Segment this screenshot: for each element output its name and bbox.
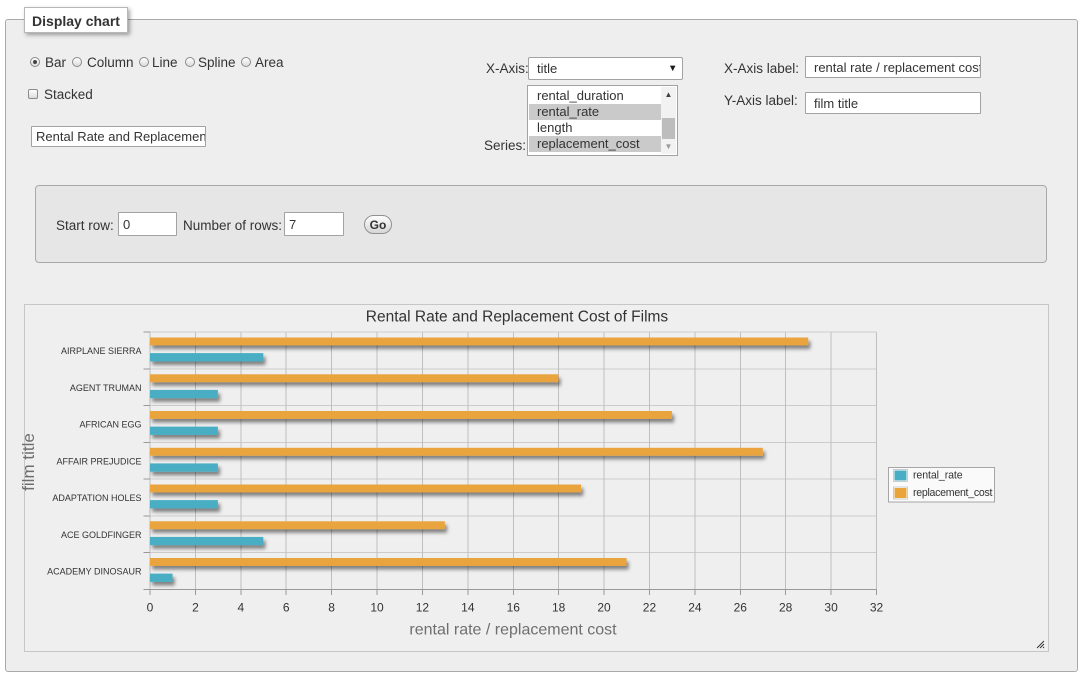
svg-text:28: 28 xyxy=(779,601,793,615)
svg-text:4: 4 xyxy=(237,601,244,615)
svg-text:ADAPTATION HOLES: ADAPTATION HOLES xyxy=(52,493,141,503)
svg-text:8: 8 xyxy=(328,601,335,615)
svg-text:film title: film title xyxy=(19,433,38,491)
svg-text:Rental Rate and Replacement Co: Rental Rate and Replacement Cost of Film… xyxy=(366,309,669,326)
svg-text:2: 2 xyxy=(192,601,199,615)
svg-text:30: 30 xyxy=(824,601,838,615)
svg-text:ACE GOLDFINGER: ACE GOLDFINGER xyxy=(61,530,142,540)
svg-text:20: 20 xyxy=(597,601,611,615)
svg-text:ACADEMY DINOSAUR: ACADEMY DINOSAUR xyxy=(47,567,142,577)
svg-text:22: 22 xyxy=(643,601,657,615)
svg-text:12: 12 xyxy=(416,601,430,615)
svg-text:replacement_cost: replacement_cost xyxy=(913,487,992,499)
svg-text:26: 26 xyxy=(734,601,748,615)
svg-text:rental rate / replacement cost: rental rate / replacement cost xyxy=(409,622,617,639)
svg-text:14: 14 xyxy=(461,601,475,615)
svg-text:AGENT TRUMAN: AGENT TRUMAN xyxy=(70,383,142,393)
svg-text:24: 24 xyxy=(688,601,702,615)
svg-text:AFRICAN EGG: AFRICAN EGG xyxy=(79,420,141,430)
svg-text:AFFAIR PREJUDICE: AFFAIR PREJUDICE xyxy=(56,456,141,466)
svg-text:AIRPLANE SIERRA: AIRPLANE SIERRA xyxy=(61,346,142,356)
svg-text:16: 16 xyxy=(507,601,521,615)
svg-text:10: 10 xyxy=(370,601,384,615)
svg-text:rental_rate: rental_rate xyxy=(913,470,963,482)
svg-text:6: 6 xyxy=(283,601,290,615)
svg-text:32: 32 xyxy=(870,601,884,615)
svg-text:0: 0 xyxy=(147,601,154,615)
svg-text:18: 18 xyxy=(552,601,566,615)
